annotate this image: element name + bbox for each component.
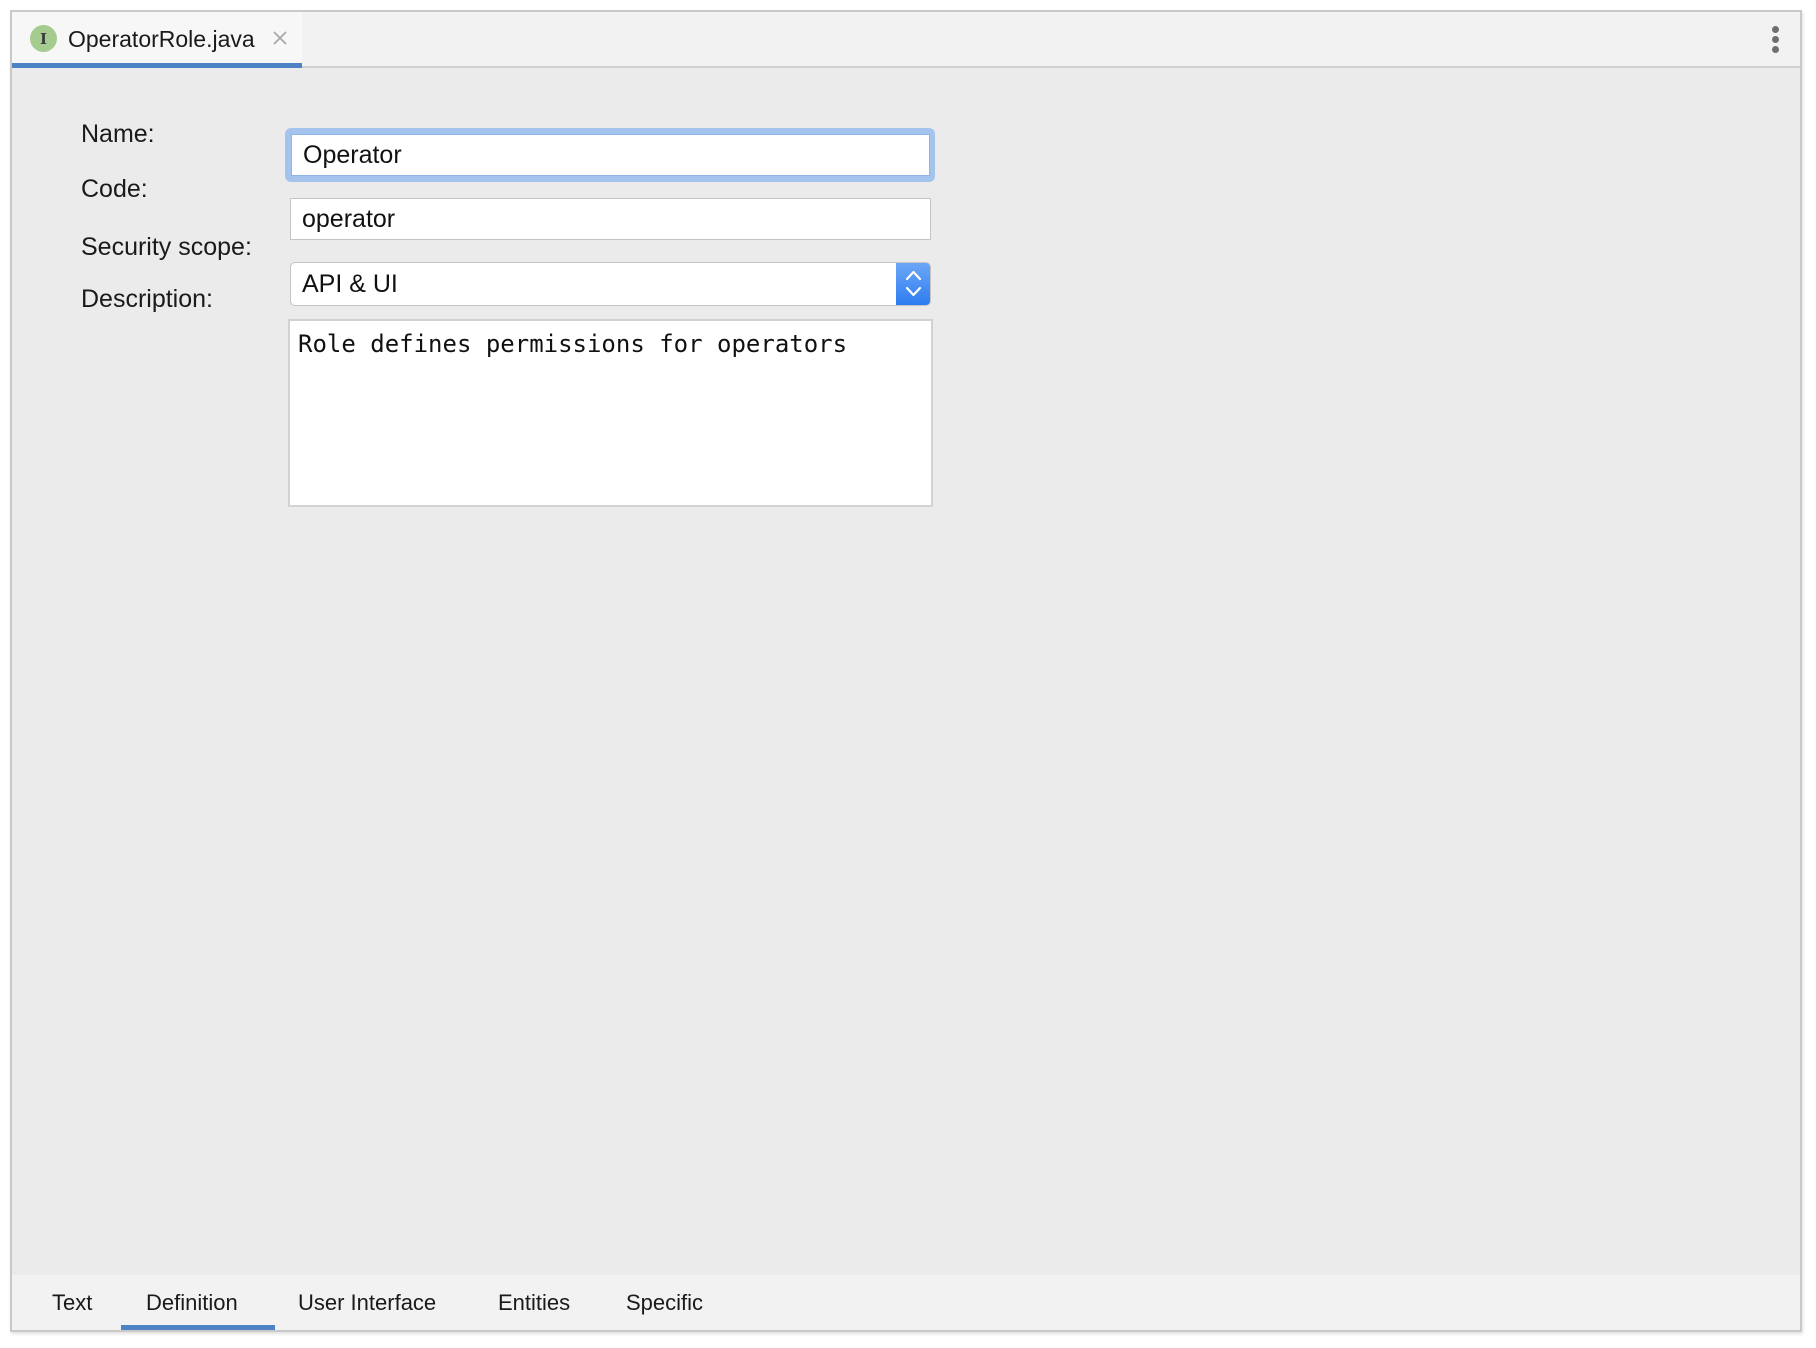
editor-window: I OperatorRole.java Name: Operator Code:… xyxy=(10,10,1802,1332)
name-input[interactable]: Operator xyxy=(291,134,930,176)
bottom-tab-bar: Text Definition User Interface Entities … xyxy=(12,1275,1800,1330)
kebab-menu-icon[interactable] xyxy=(1768,24,1782,56)
select-stepper[interactable] xyxy=(896,263,930,305)
code-input[interactable]: operator xyxy=(290,198,931,240)
interface-icon: I xyxy=(30,25,57,52)
tab-entities[interactable]: Entities xyxy=(498,1275,570,1330)
tab-definition-label: Definition xyxy=(146,1289,238,1315)
tab-user-interface[interactable]: User Interface xyxy=(298,1275,436,1330)
tab-entities-label: Entities xyxy=(498,1289,571,1315)
tab-definition[interactable]: Definition xyxy=(121,1275,275,1330)
tab-text[interactable]: Text xyxy=(52,1275,92,1330)
tab-user-interface-label: User Interface xyxy=(298,1289,437,1315)
active-tab-indicator xyxy=(12,63,302,68)
name-label: Name: xyxy=(81,120,155,148)
tab-text-label: Text xyxy=(52,1289,93,1315)
security-scope-value: API & UI xyxy=(302,269,398,298)
active-tab-indicator xyxy=(121,1325,275,1330)
security-scope-label: Security scope: xyxy=(81,233,252,261)
tab-specific-label: Specific xyxy=(626,1289,704,1315)
description-label: Description: xyxy=(81,285,213,313)
security-scope-select[interactable]: API & UI xyxy=(290,262,931,306)
file-tab-label: OperatorRole.java xyxy=(68,26,255,52)
interface-icon-letter: I xyxy=(39,29,48,48)
description-textarea[interactable]: Role defines permissions for operators xyxy=(288,319,933,507)
code-label: Code: xyxy=(81,175,148,203)
tab-specific[interactable]: Specific xyxy=(626,1275,703,1330)
file-tab-operatorrole[interactable]: I OperatorRole.java xyxy=(12,12,302,68)
close-icon[interactable] xyxy=(270,28,290,48)
editor-tab-bar: I OperatorRole.java xyxy=(12,12,1800,68)
up-down-stepper-icon xyxy=(905,270,922,297)
